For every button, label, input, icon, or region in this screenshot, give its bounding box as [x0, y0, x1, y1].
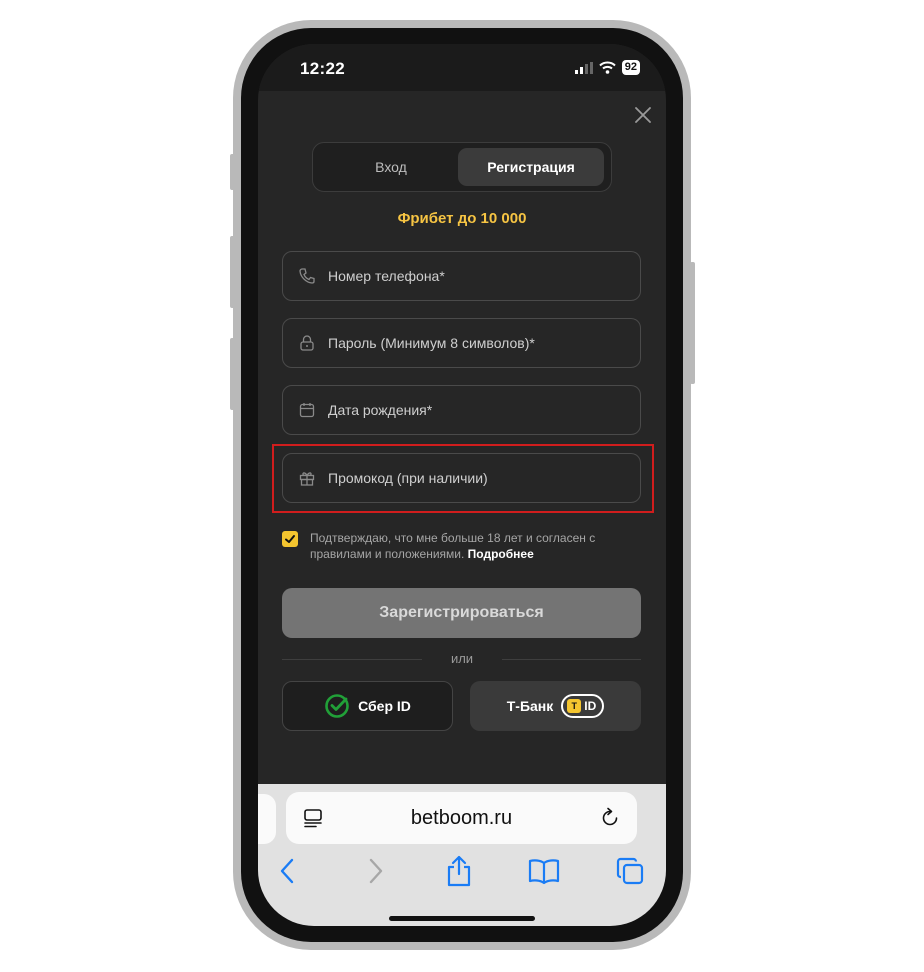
agreement-checkbox[interactable]: [282, 531, 298, 547]
url-text: betboom.ru: [410, 807, 513, 829]
password-field-placeholder: Пароль (Минимум 8 символов)*: [328, 335, 535, 351]
status-icons: 92: [574, 60, 640, 75]
tab-login[interactable]: Вход: [318, 148, 464, 186]
birthdate-field[interactable]: Дата рождения*: [282, 385, 641, 435]
safari-toolbar: betboom.ru: [258, 784, 666, 926]
phone-field-placeholder: Номер телефона*: [328, 268, 445, 284]
bookmarks-button[interactable]: [527, 854, 561, 888]
password-field[interactable]: Пароль (Минимум 8 символов)*: [282, 318, 641, 368]
agreement-text: Подтверждаю, что мне больше 18 лет и сог…: [310, 531, 596, 561]
mute-switch: [230, 154, 235, 190]
sber-id-button[interactable]: Сбер ID: [282, 681, 453, 731]
tbank-shield-icon: T: [567, 699, 582, 713]
agreement: Подтверждаю, что мне больше 18 лет и сог…: [282, 530, 642, 562]
share-icon: [447, 855, 471, 887]
book-icon: [528, 859, 560, 885]
tbank-id-button[interactable]: Т-Банк T ID: [470, 681, 641, 731]
power-button: [690, 262, 695, 384]
previous-tab-peek[interactable]: [258, 794, 276, 844]
tbank-label: Т-Банк: [506, 698, 554, 714]
agreement-more-link[interactable]: Подробнее: [468, 547, 534, 561]
address-bar[interactable]: betboom.ru: [286, 792, 637, 844]
sber-logo-icon: [325, 694, 349, 718]
wifi-icon: [599, 61, 616, 74]
volume-up-button: [230, 236, 235, 308]
status-time: 12:22: [300, 59, 345, 78]
close-button[interactable]: [630, 102, 656, 128]
tabs-icon: [616, 857, 644, 885]
calendar-icon: [299, 403, 315, 418]
tbank-id-badge: T ID: [561, 694, 605, 718]
close-icon: [635, 107, 651, 123]
chevron-left-icon: [280, 858, 294, 884]
forward-button[interactable]: [358, 854, 392, 888]
or-label: или: [450, 651, 474, 666]
phone-screen: 12:22 92 Вход Регистрация Фрибет до 10 0…: [258, 44, 666, 926]
phone-field[interactable]: Номер телефона*: [282, 251, 641, 301]
cellular-signal-icon: [574, 61, 593, 74]
promo-highlight-box: [272, 444, 654, 513]
tbank-id-badge-label: ID: [584, 699, 597, 713]
home-indicator: [389, 916, 535, 921]
back-button[interactable]: [271, 854, 305, 888]
phone-icon: [299, 268, 315, 284]
tabs-button[interactable]: [613, 854, 647, 888]
share-button[interactable]: [442, 854, 476, 888]
reload-icon[interactable]: [599, 807, 621, 829]
tab-register[interactable]: Регистрация: [458, 148, 604, 186]
sber-id-label: Сбер ID: [358, 698, 411, 714]
chevron-right-icon: [369, 858, 383, 884]
auth-tabs: Вход Регистрация: [312, 142, 612, 192]
checkmark-icon: [285, 535, 295, 543]
bonus-title: Фрибет до 10 000: [397, 210, 527, 227]
status-bar: 12:22 92: [258, 44, 666, 91]
lock-icon: [300, 335, 314, 351]
register-button[interactable]: Зарегистрироваться: [282, 588, 641, 638]
agreement-text-block: Подтверждаю, что мне больше 18 лет и сог…: [310, 530, 642, 562]
birthdate-field-placeholder: Дата рождения*: [328, 402, 433, 418]
volume-down-button: [230, 338, 235, 410]
battery-indicator: 92: [621, 60, 640, 75]
